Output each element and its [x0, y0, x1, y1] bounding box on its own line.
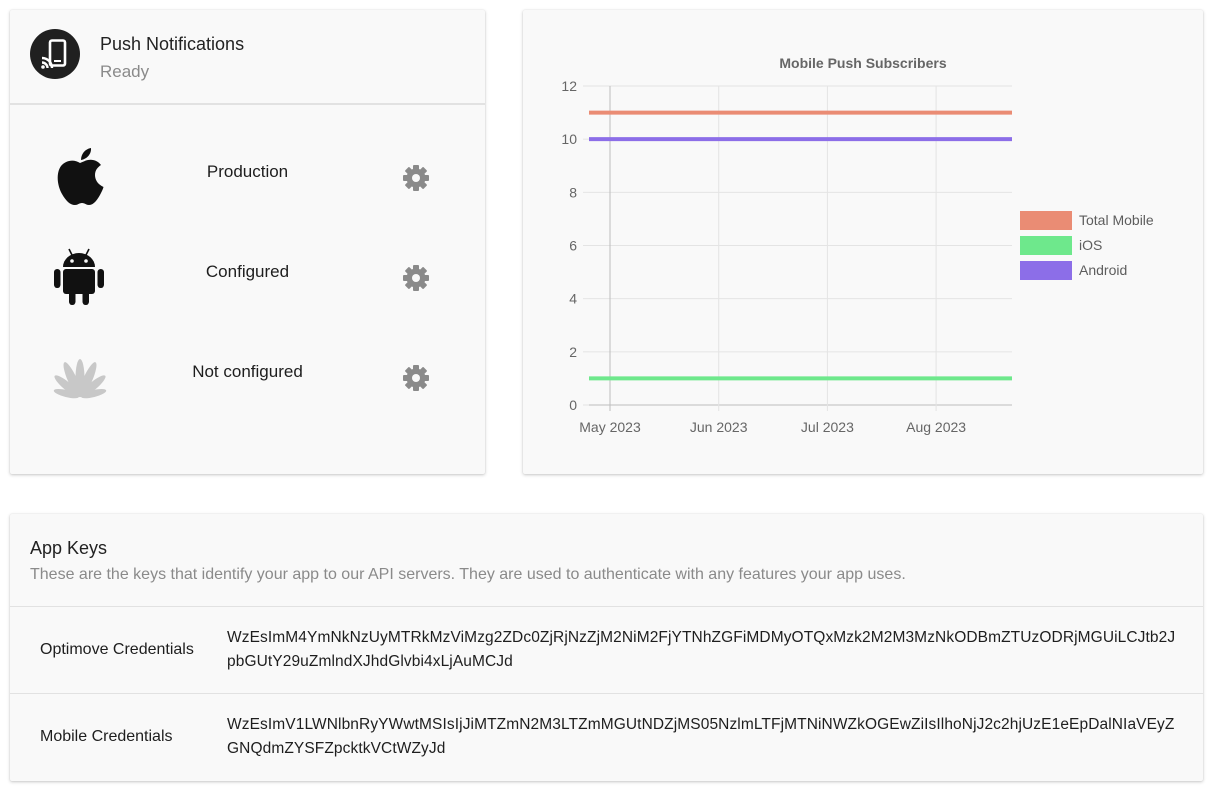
key-value[interactable]: WzEsImM4YmNkNzUyMTRkMzViMzg2ZDc0ZjRjNzZj… [227, 626, 1177, 674]
y-tick-label: 12 [561, 78, 577, 94]
y-tick-label: 8 [569, 184, 577, 200]
huawei-settings-gear-icon[interactable] [400, 362, 432, 394]
y-tick-label: 0 [569, 397, 577, 413]
apple-icon [50, 145, 110, 209]
key-label: Optimove Credentials [40, 641, 194, 658]
ios-settings-gear-icon[interactable] [400, 162, 432, 194]
ios-status: Production [206, 162, 289, 181]
legend-label: Total Mobile [1079, 212, 1154, 228]
legend-swatch [1020, 211, 1072, 230]
huawei-status: Not configured [192, 362, 303, 381]
y-tick-label: 2 [569, 344, 577, 360]
key-value[interactable]: WzEsImV1LWNlbnRyYWwtMSIsIjJiMTZmN2M3LTZm… [227, 713, 1177, 761]
app-keys-card: App Keys These are the keys that identif… [10, 514, 1203, 781]
platform-row-huawei: Not configured [10, 335, 485, 415]
app-keys-description: These are the keys that identify your ap… [30, 566, 906, 583]
chart-title: Mobile Push Subscribers [779, 55, 946, 71]
key-row-optimove: Optimove Credentials WzEsImM4YmNkNzUyMTR… [10, 606, 1203, 693]
y-tick-label: 10 [561, 131, 577, 147]
y-tick-label: 6 [569, 238, 577, 254]
android-icon [50, 245, 110, 309]
x-tick-label: Jul 2023 [801, 419, 854, 435]
subscribers-chart-card: Mobile Push Subscribers 0 2 4 6 8 10 12 May 202… [523, 10, 1203, 474]
x-tick-label: May 2023 [579, 419, 641, 435]
legend-label: Android [1079, 262, 1128, 278]
android-status: Configured [205, 262, 290, 281]
legend-swatch [1020, 261, 1072, 280]
legend-label: iOS [1079, 237, 1103, 253]
key-row-mobile: Mobile Credentials WzEsImV1LWNlbnRyYWwtM… [10, 693, 1203, 782]
key-label: Mobile Credentials [40, 728, 173, 745]
android-settings-gear-icon[interactable] [400, 262, 432, 294]
push-device-icon [30, 29, 80, 79]
platform-row-android: Configured [10, 235, 485, 315]
platform-row-ios: Production [10, 135, 485, 215]
x-tick-label: Jun 2023 [690, 419, 748, 435]
push-header: Push Notifications Ready [10, 10, 485, 105]
legend-swatch [1020, 236, 1072, 255]
push-notifications-card: Push Notifications Ready Production Conf… [10, 10, 485, 474]
y-tick-label: 4 [569, 291, 577, 307]
push-title: Push Notifications [100, 34, 245, 54]
push-status: Ready [100, 62, 150, 81]
huawei-icon [50, 345, 110, 409]
x-tick-label: Aug 2023 [906, 419, 966, 435]
app-keys-title: App Keys [30, 538, 108, 558]
